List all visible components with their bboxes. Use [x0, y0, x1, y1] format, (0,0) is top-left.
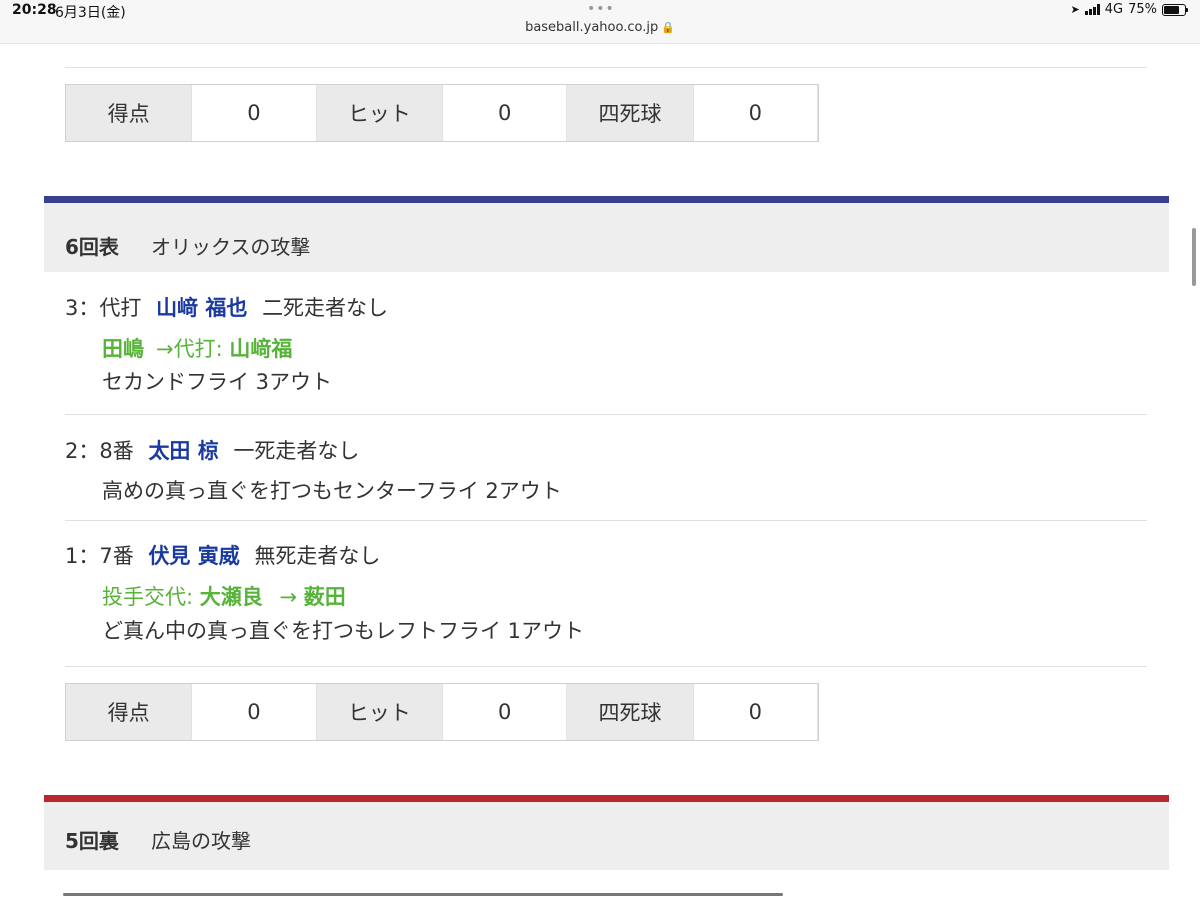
- play-separator: ：: [78, 439, 100, 463]
- substitute-player: 山﨑福: [229, 337, 293, 361]
- score-value: 0: [191, 684, 317, 740]
- pitcher-in: 薮田: [303, 585, 346, 609]
- lock-icon: 🔒: [661, 21, 675, 34]
- battery-icon: [1162, 3, 1188, 16]
- hits-value: 0: [441, 85, 568, 141]
- inning-number: 5回裏: [65, 829, 119, 853]
- divider: [65, 666, 1147, 667]
- hits-value: 0: [441, 684, 568, 740]
- play-result: ど真ん中の真っ直ぐを打つもレフトフライ 1アウト: [102, 619, 585, 643]
- pitching-change-label: 投手交代:: [102, 585, 200, 609]
- play-sequence: 3: [65, 296, 79, 320]
- divider: [65, 67, 1147, 68]
- play-item: 2：8番 太田 椋 一死走者なし 高めの真っ直ぐを打つもセンターフライ 2アウト: [65, 434, 1147, 519]
- battery-percent: 75%: [1128, 2, 1157, 17]
- play-separator: ：: [78, 296, 100, 320]
- pitching-change-note: 投手交代: 大瀬良 → 薮田: [102, 583, 346, 611]
- status-date: 6月3日(金): [55, 5, 126, 21]
- runner-situation: 二死走者なし: [262, 296, 389, 320]
- team-color-bar: [44, 196, 1169, 203]
- inning-stats-table: 得点 0 ヒット 0 四死球 0: [65, 683, 819, 741]
- network-type: 4G: [1104, 2, 1124, 17]
- inning-number: 6回表: [65, 235, 119, 259]
- team-attack-title: 広島の攻撃: [151, 829, 251, 853]
- hits-label: ヒット: [316, 684, 442, 740]
- substituted-player: 田嶋: [102, 337, 144, 361]
- substitution-arrow: →代打:: [156, 337, 230, 361]
- play-sequence: 2: [65, 439, 79, 463]
- divider: [65, 414, 1147, 415]
- address-bar[interactable]: baseball.yahoo.co.jp 🔒: [0, 20, 1200, 35]
- substitution-note: 田嶋 →代打: 山﨑福: [102, 335, 292, 363]
- multitasking-dots-icon[interactable]: •••: [587, 1, 615, 17]
- play-header: 1：7番 伏見 寅威 無死走者なし: [65, 542, 380, 570]
- play-item: 3：代打 山﨑 福也 二死走者なし 田嶋 →代打: 山﨑福 セカンドフライ 3アウ…: [65, 290, 1147, 415]
- play-separator: ：: [78, 544, 100, 568]
- status-time: 20:28: [12, 2, 57, 18]
- score-value: 0: [191, 85, 317, 141]
- play-header: 3：代打 山﨑 福也 二死走者なし: [65, 294, 388, 322]
- play-sequence: 1: [65, 544, 79, 568]
- batter-name-link[interactable]: 太田 椋: [148, 439, 218, 463]
- team-color-bar: [44, 795, 1169, 802]
- home-indicator[interactable]: [63, 893, 783, 896]
- batter-name-link[interactable]: 山﨑 福也: [156, 296, 247, 320]
- score-label: 得点: [66, 684, 192, 740]
- walks-label: 四死球: [567, 85, 693, 141]
- walks-value: 0: [692, 684, 818, 740]
- runner-situation: 一死走者なし: [233, 439, 360, 463]
- batting-order: 8番: [99, 439, 134, 463]
- hits-label: ヒット: [316, 85, 442, 141]
- inning-header-5-bottom: 5回裏 広島の攻撃: [44, 795, 1169, 870]
- divider: [65, 520, 1147, 521]
- runner-situation: 無死走者なし: [254, 544, 381, 568]
- pitcher-out: 大瀬良: [199, 585, 263, 609]
- scrollbar[interactable]: [1192, 228, 1196, 286]
- play-result: セカンドフライ 3アウト: [102, 370, 333, 394]
- location-arrow-icon: ➤: [1070, 3, 1080, 16]
- walks-label: 四死球: [567, 684, 693, 740]
- batter-name-link[interactable]: 伏見 寅威: [148, 544, 239, 568]
- inning-header-6-top: 6回表 オリックスの攻撃: [44, 196, 1169, 272]
- status-indicators: ➤ 4G 75%: [1070, 2, 1188, 17]
- batting-order: 代打: [99, 296, 142, 320]
- batting-order: 7番: [99, 544, 134, 568]
- walks-value: 0: [692, 85, 818, 141]
- play-item: 1：7番 伏見 寅威 無死走者なし 投手交代: 大瀬良 → 薮田 ど真ん中の真っ…: [65, 539, 1147, 667]
- pitching-change-arrow: →: [272, 585, 304, 609]
- score-label: 得点: [66, 85, 192, 141]
- cellular-signal-icon: [1084, 4, 1100, 15]
- status-bar: 20:28 6月3日(金) ••• baseball.yahoo.co.jp 🔒 …: [0, 0, 1200, 44]
- inning-stats-table: 得点 0 ヒット 0 四死球 0: [65, 84, 819, 142]
- play-result: 高めの真っ直ぐを打つもセンターフライ 2アウト: [102, 479, 562, 503]
- play-header: 2：8番 太田 椋 一死走者なし: [65, 437, 359, 465]
- url-text: baseball.yahoo.co.jp: [525, 20, 659, 35]
- team-attack-title: オリックスの攻撃: [151, 235, 311, 259]
